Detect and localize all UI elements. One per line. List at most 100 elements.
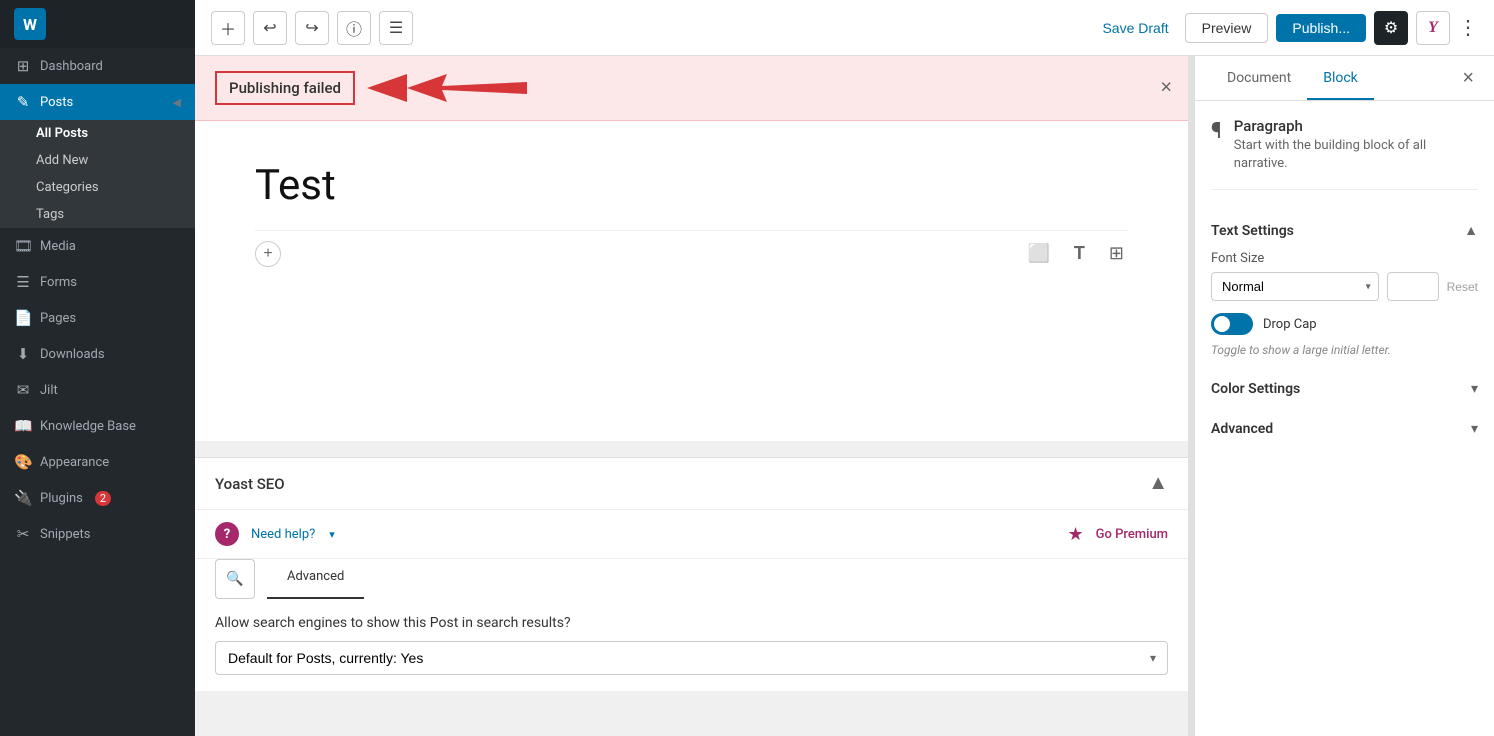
- tab-document[interactable]: Document: [1211, 56, 1307, 100]
- knowledge-base-icon: 📖: [14, 417, 32, 435]
- block-toolbar: + ⬜ T ⊞: [255, 230, 1128, 276]
- text-settings-header[interactable]: Text Settings ▲: [1211, 210, 1478, 251]
- panel-tabs: Document Block ×: [1195, 56, 1494, 101]
- yoast-star-icon: ★: [1067, 524, 1083, 545]
- advanced-section: Advanced ▾: [1211, 409, 1478, 449]
- failed-arrow-icon: [367, 70, 527, 106]
- posts-icon: ✎: [14, 93, 32, 111]
- drop-cap-label: Drop Cap: [1263, 317, 1317, 332]
- yoast-title: Yoast SEO: [215, 475, 1148, 493]
- sidebar-item-add-new[interactable]: Add New: [0, 147, 195, 174]
- sidebar-item-forms[interactable]: ☰ Forms: [0, 264, 195, 300]
- color-settings-header[interactable]: Color Settings ▾: [1211, 369, 1478, 409]
- font-size-select[interactable]: SmallNormalMediumLargeHuge: [1211, 272, 1379, 301]
- yoast-header: Yoast SEO ▲: [195, 458, 1188, 510]
- sidebar-item-posts[interactable]: ✎ Posts ◀: [0, 84, 195, 120]
- advanced-title: Advanced: [1211, 421, 1471, 437]
- advanced-header[interactable]: Advanced ▾: [1211, 409, 1478, 449]
- sidebar-item-appearance[interactable]: 🎨 Appearance: [0, 444, 195, 480]
- tab-block[interactable]: Block: [1307, 56, 1374, 100]
- yoast-seo-section: Yoast SEO ▲ ? Need help? ▾ ★ Go Premium …: [195, 457, 1188, 691]
- drop-cap-toggle[interactable]: [1211, 313, 1253, 335]
- image-block-button[interactable]: ⬜: [1023, 239, 1053, 268]
- text-settings-title: Text Settings: [1211, 223, 1464, 239]
- publish-button[interactable]: Publish...: [1276, 14, 1366, 42]
- yoast-go-premium-link[interactable]: Go Premium: [1096, 527, 1168, 542]
- color-settings-section: Color Settings ▾: [1211, 369, 1478, 409]
- plus-icon: +: [263, 245, 272, 263]
- drop-cap-row: Drop Cap: [1211, 313, 1478, 335]
- block-description: Start with the building block of all nar…: [1234, 137, 1478, 173]
- yoast-tabs: 🔍 Advanced: [195, 559, 1188, 599]
- sidebar-item-categories[interactable]: Categories: [0, 174, 195, 201]
- main-content-area: ＋ ↩ ↪ ⓘ ☰ Save Draft Preview Publish... …: [195, 0, 1494, 736]
- editor-content[interactable]: Test + ⬜ T ⊞: [195, 121, 1188, 441]
- publishing-failed-text: Publishing failed: [215, 71, 355, 105]
- sidebar-item-snippets[interactable]: ✂ Snippets: [0, 516, 195, 552]
- drop-cap-hint: Toggle to show a large initial letter.: [1211, 343, 1478, 357]
- sidebar-item-all-posts[interactable]: All Posts: [0, 120, 195, 147]
- sidebar: W ⊞ Dashboard ✎ Posts ◀ All Posts Add Ne…: [0, 0, 195, 736]
- text-block-button[interactable]: T: [1070, 239, 1089, 268]
- yoast-tab-advanced[interactable]: Advanced: [267, 559, 364, 599]
- info-button[interactable]: ⓘ: [337, 11, 371, 45]
- more-icon: ⋮: [1458, 17, 1478, 39]
- jilt-icon: ✉: [14, 381, 32, 399]
- toolbar-right-section: Save Draft Preview Publish... ⚙ Y ⋮: [1094, 11, 1478, 45]
- banner-close-button[interactable]: ×: [1160, 77, 1172, 100]
- sidebar-logo[interactable]: W: [0, 0, 195, 48]
- yoast-search-select[interactable]: Default for Posts, currently: Yes: [215, 641, 1168, 675]
- font-size-label: Font Size: [1211, 251, 1478, 266]
- paragraph-icon: ¶: [1211, 119, 1222, 144]
- panel-close-button[interactable]: ×: [1458, 63, 1478, 94]
- text-settings-content: Font Size SmallNormalMediumLargeHuge ▾ R…: [1211, 251, 1478, 357]
- yoast-need-help-link[interactable]: Need help?: [251, 527, 315, 542]
- font-size-select-wrapper: SmallNormalMediumLargeHuge ▾: [1211, 272, 1379, 301]
- gallery-icon: ⊞: [1109, 243, 1124, 263]
- editor-toolbar: ＋ ↩ ↪ ⓘ ☰ Save Draft Preview Publish... …: [195, 0, 1494, 56]
- add-block-button[interactable]: ＋: [211, 11, 245, 45]
- dashboard-icon: ⊞: [14, 57, 32, 75]
- panel-content: ¶ Paragraph Start with the building bloc…: [1195, 101, 1494, 736]
- text-settings-collapse-icon: ▲: [1464, 222, 1478, 239]
- plugins-badge: 2: [95, 491, 111, 506]
- post-title[interactable]: Test: [255, 161, 1128, 210]
- font-size-input[interactable]: [1387, 272, 1439, 301]
- redo-button[interactable]: ↪: [295, 11, 329, 45]
- media-icon: 🎞: [14, 237, 32, 255]
- publishing-failed-banner: Publishing failed ×: [195, 56, 1188, 121]
- snippets-icon: ✂: [14, 525, 32, 543]
- forms-icon: ☰: [14, 273, 32, 291]
- wordpress-icon: W: [14, 8, 46, 40]
- sidebar-item-dashboard[interactable]: ⊞ Dashboard: [0, 48, 195, 84]
- yoast-dropdown-arrow-icon: ▾: [329, 528, 335, 541]
- sidebar-item-knowledge-base[interactable]: 📖 Knowledge Base: [0, 408, 195, 444]
- image-icon: ⬜: [1027, 243, 1049, 263]
- font-size-reset-button[interactable]: Reset: [1447, 280, 1478, 294]
- more-options-button[interactable]: ⋮: [1458, 15, 1478, 40]
- list-view-button[interactable]: ☰: [379, 11, 413, 45]
- color-settings-collapse-icon: ▾: [1471, 381, 1478, 397]
- posts-submenu: All Posts Add New Categories Tags: [0, 120, 195, 228]
- yoast-select-wrapper: Default for Posts, currently: Yes ▾: [215, 641, 1168, 675]
- editor-main: Publishing failed × Test + ⬜: [195, 56, 1188, 736]
- yoast-seo-tab-icon[interactable]: 🔍: [215, 559, 255, 599]
- sidebar-item-pages[interactable]: 📄 Pages: [0, 300, 195, 336]
- gallery-block-button[interactable]: ⊞: [1105, 239, 1128, 268]
- sidebar-item-tags[interactable]: Tags: [0, 201, 195, 228]
- downloads-icon: ⬇: [14, 345, 32, 363]
- undo-button[interactable]: ↩: [253, 11, 287, 45]
- yoast-question: Allow search engines to show this Post i…: [215, 615, 1168, 631]
- sidebar-item-downloads[interactable]: ⬇ Downloads: [0, 336, 195, 372]
- text-settings-section: Text Settings ▲ Font Size SmallNormalMed…: [1211, 210, 1478, 357]
- block-add-button[interactable]: +: [255, 241, 281, 267]
- yoast-collapse-button[interactable]: ▲: [1148, 472, 1168, 495]
- appearance-icon: 🎨: [14, 453, 32, 471]
- sidebar-item-jilt[interactable]: ✉ Jilt: [0, 372, 195, 408]
- save-draft-button[interactable]: Save Draft: [1094, 20, 1176, 36]
- sidebar-item-media[interactable]: 🎞 Media: [0, 228, 195, 264]
- sidebar-item-plugins[interactable]: 🔌 Plugins 2: [0, 480, 195, 516]
- yoast-button[interactable]: Y: [1416, 11, 1450, 45]
- preview-button[interactable]: Preview: [1185, 13, 1269, 43]
- settings-button[interactable]: ⚙: [1374, 11, 1408, 45]
